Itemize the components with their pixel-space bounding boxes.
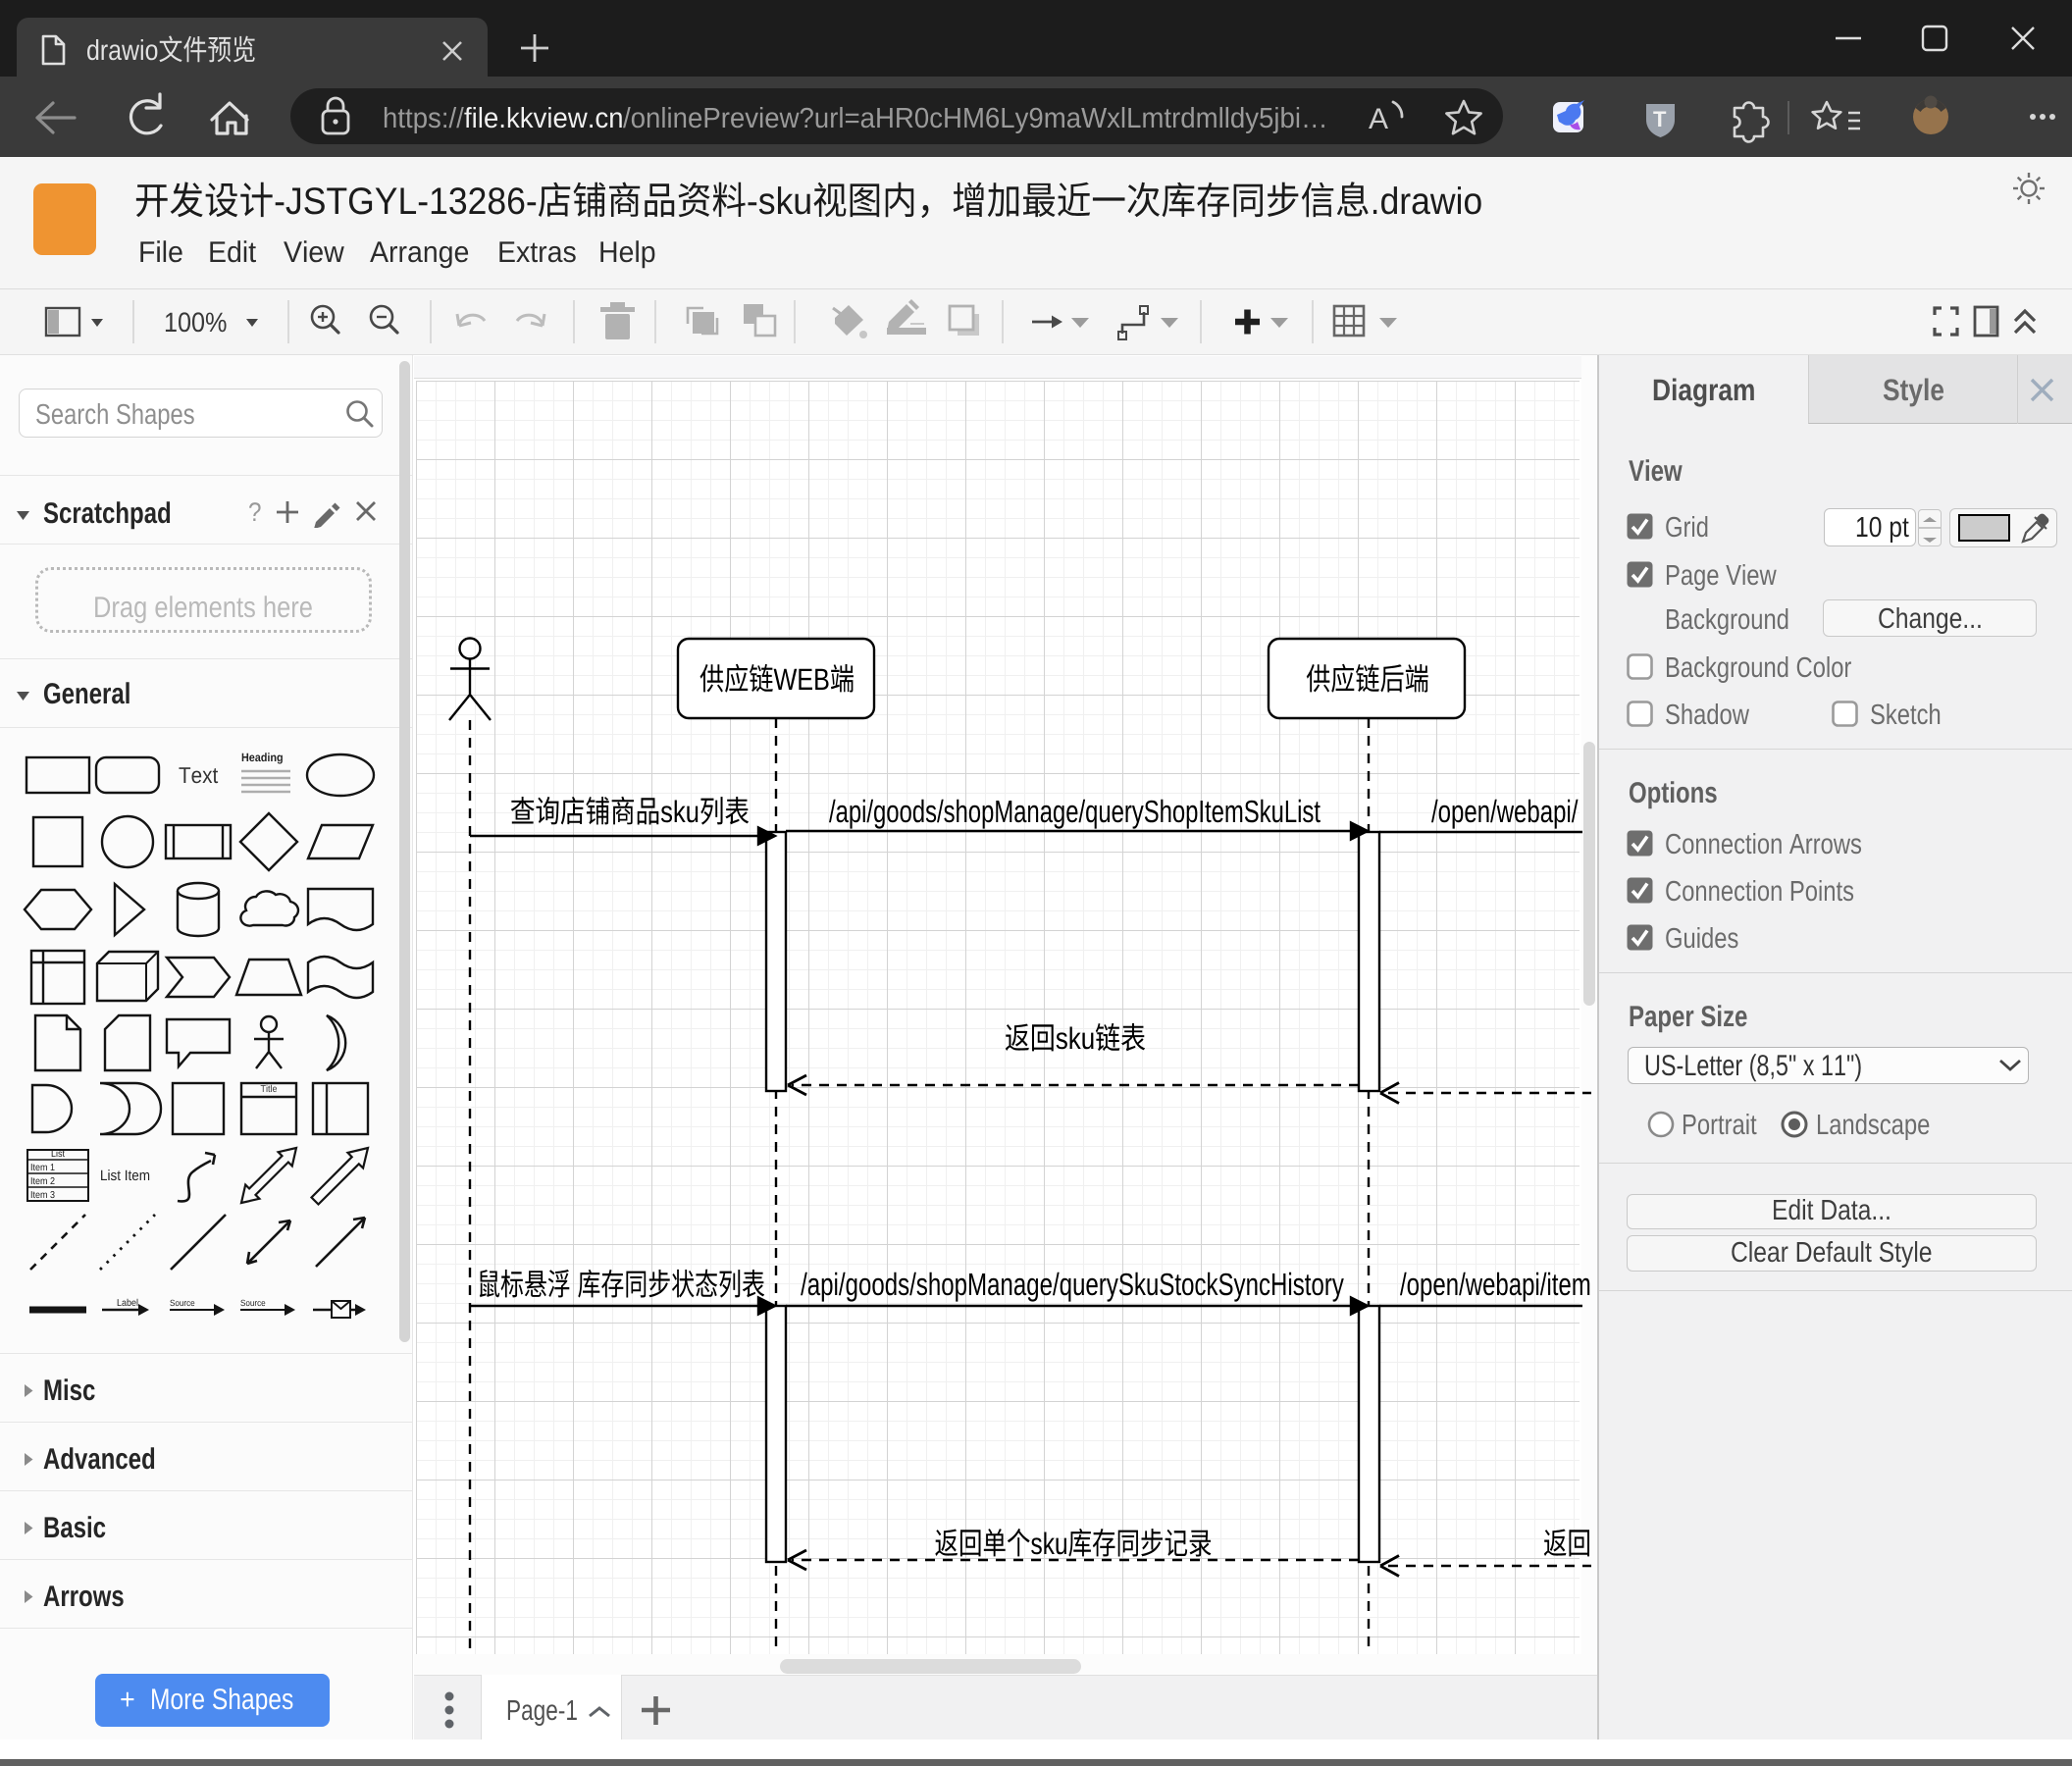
svg-text:A: A [1369, 103, 1388, 135]
svg-text:T: T [1653, 107, 1667, 131]
